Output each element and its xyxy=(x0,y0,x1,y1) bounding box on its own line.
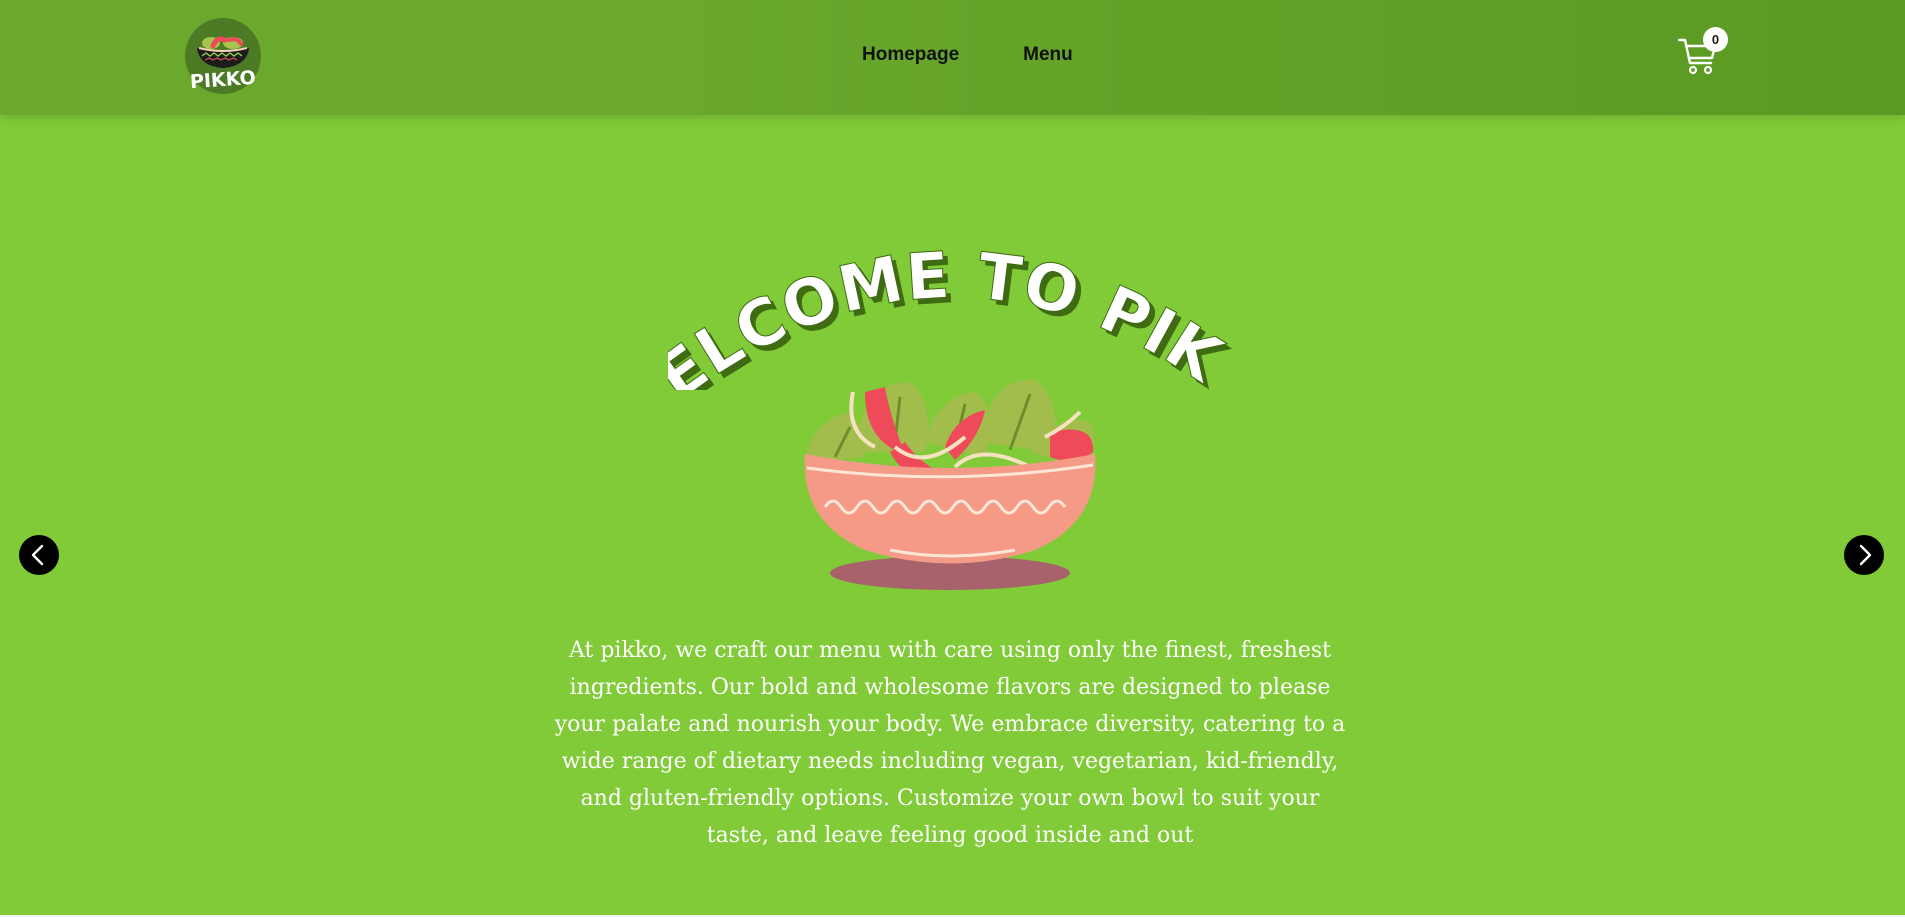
hero-description: At pikko, we craft our menu with care us… xyxy=(554,638,1346,848)
chevron-right-icon xyxy=(1859,544,1872,566)
hero-title: WELCOME TO PIKKO WELCOME TO PIKKO xyxy=(668,220,1238,390)
page: PIKKO Homepage Menu 0 WELCOME TO PIKKO xyxy=(0,0,1905,915)
logo-icon: PIKKO xyxy=(185,18,261,94)
carousel-prev-button[interactable] xyxy=(19,535,59,575)
logo-text: PIKKO xyxy=(189,67,256,94)
cart-button[interactable]: 0 xyxy=(1678,27,1728,78)
nav-homepage-link[interactable]: Homepage xyxy=(862,44,959,66)
carousel-next-button[interactable] xyxy=(1844,535,1884,575)
cart-count-badge: 0 xyxy=(1703,27,1728,52)
pikko-logo[interactable]: PIKKO xyxy=(185,18,261,94)
site-header: PIKKO Homepage Menu 0 xyxy=(0,0,1905,115)
nav-menu-link[interactable]: Menu xyxy=(1023,44,1073,66)
salad-bowl-illustration xyxy=(795,372,1107,594)
main-nav: Homepage Menu xyxy=(862,44,1073,66)
chevron-left-icon xyxy=(31,544,44,566)
